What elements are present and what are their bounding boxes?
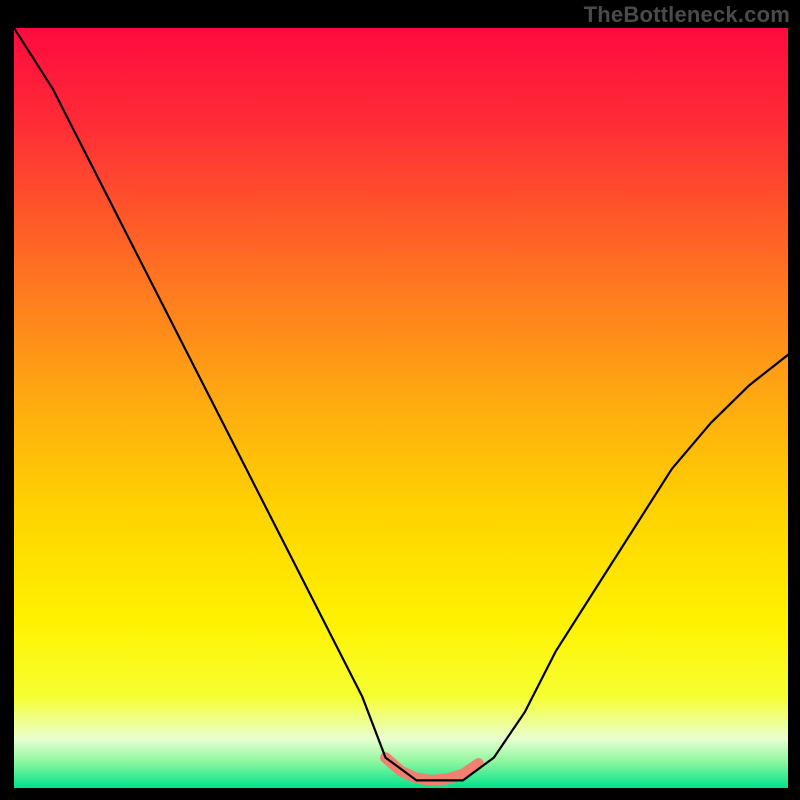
chart-frame: TheBottleneck.com [0,0,800,800]
chart-plot-area [14,28,788,788]
watermark-text: TheBottleneck.com [584,2,790,28]
gradient-background [14,28,788,788]
chart-svg [14,28,788,788]
